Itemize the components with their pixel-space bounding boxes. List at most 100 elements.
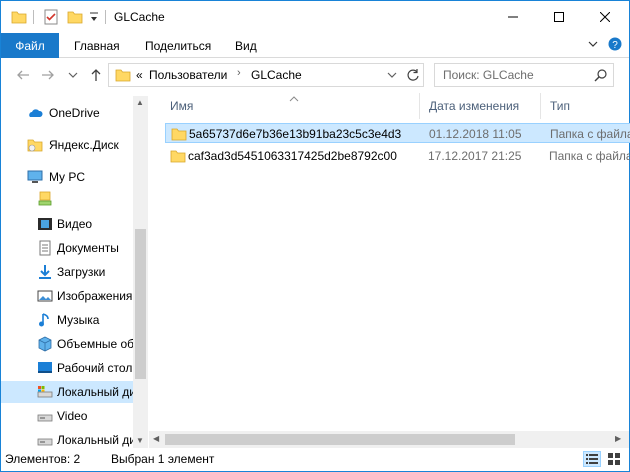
file-name: 5a65737d6e7b36e13b91ba23c5c3e4d3 (189, 127, 402, 141)
folder-icon (170, 149, 186, 166)
pictures-folder-icon (37, 288, 53, 304)
svg-text:?: ? (612, 40, 618, 51)
pc-icon (27, 169, 43, 185)
maximize-icon (554, 12, 564, 22)
expand-ribbon-icon[interactable] (587, 38, 599, 53)
nav-item-local-disk-c[interactable]: Локальный диск (1, 381, 133, 403)
customize-quick-access-icon[interactable] (89, 11, 99, 26)
column-header-type[interactable]: Тип (541, 91, 630, 119)
address-dropdown-icon[interactable] (387, 69, 397, 83)
scrollbar-thumb[interactable] (135, 229, 146, 379)
breadcrumb-separator-icon[interactable]: › (237, 67, 241, 79)
maximize-button[interactable] (536, 1, 582, 33)
column-header-date[interactable]: Дата изменения (420, 91, 540, 119)
file-type: Папка с файлами (550, 127, 630, 141)
tab-view[interactable]: Вид (235, 39, 257, 53)
up-arrow-icon (91, 69, 101, 81)
details-view-icon (586, 454, 598, 464)
local-disk-icon (37, 432, 53, 448)
column-header-name[interactable]: Имя (163, 91, 419, 119)
3d-objects-folder-icon (37, 336, 53, 352)
nav-pane-scrollbar[interactable]: ▲ ▼ (133, 96, 148, 448)
search-placeholder: Поиск: GLCache (443, 68, 534, 82)
nav-item-yandex-disk[interactable]: Яндекс.Диск (1, 134, 133, 156)
chevron-down-icon (68, 72, 78, 78)
details-view-button[interactable] (583, 451, 601, 467)
desktop-folder-icon (37, 360, 53, 376)
scroll-right-icon[interactable]: ▶ (615, 434, 621, 443)
title-bar: GLCache (1, 1, 629, 33)
music-folder-icon (37, 312, 53, 328)
properties-icon[interactable] (43, 9, 59, 28)
recent-locations-button[interactable] (64, 66, 82, 84)
item-count: Элементов: 2 (5, 452, 81, 466)
tab-file[interactable]: Файл (1, 33, 59, 58)
new-folder-icon[interactable] (67, 9, 83, 28)
nav-item-network-drive[interactable] (1, 188, 133, 210)
nav-item-desktop[interactable]: Рабочий стол (1, 357, 133, 379)
file-type: Папка с файлами (549, 149, 630, 163)
nav-item-video-drive[interactable]: Video (1, 405, 133, 427)
minimize-icon (508, 16, 518, 18)
help-icon[interactable]: ? (608, 37, 622, 54)
nav-item-music[interactable]: Музыка (1, 309, 133, 331)
drive-icon (37, 408, 53, 424)
toolbar-separator (33, 10, 34, 24)
onedrive-icon (27, 105, 43, 121)
folder-icon (171, 127, 187, 144)
back-button[interactable] (14, 66, 32, 84)
downloads-folder-icon (37, 264, 53, 280)
scroll-up-icon[interactable]: ▲ (136, 98, 144, 107)
minimize-button[interactable] (490, 1, 536, 33)
toolbar-separator (105, 10, 106, 24)
file-list: Имя Дата изменения Тип 5a65737d6e7b36e13… (149, 91, 630, 448)
forward-button[interactable] (39, 66, 57, 84)
file-name: caf3ad3d5451063317425d2be8792c00 (188, 149, 397, 163)
close-button[interactable] (582, 1, 628, 33)
back-arrow-icon (17, 70, 29, 80)
up-button[interactable] (87, 66, 105, 84)
nav-item-3d-objects[interactable]: Объемные объекты (1, 333, 133, 355)
forward-arrow-icon (42, 70, 54, 80)
folder-icon (115, 67, 131, 86)
breadcrumb-glcache[interactable]: GLCache (251, 68, 302, 82)
nav-item-video[interactable]: Видео (1, 213, 133, 235)
address-bar[interactable]: « Пользователи › GLCache (108, 63, 424, 87)
nav-item-local-disk[interactable]: Локальный диск (1, 429, 133, 448)
window-title: GLCache (114, 10, 165, 24)
status-bar: Элементов: 2 Выбран 1 элемент (1, 448, 629, 471)
scroll-left-icon[interactable]: ◀ (153, 434, 159, 443)
scroll-down-icon[interactable]: ▼ (136, 436, 144, 445)
scrollbar-thumb[interactable] (165, 434, 515, 445)
navigation-pane: OneDrive Яндекс.Диск My PC Видео Докумен… (1, 96, 148, 448)
explorer-window: GLCache Файл Главная Поделиться Вид ? « … (0, 0, 630, 472)
breadcrumb-overflow[interactable]: « (136, 68, 143, 82)
search-input[interactable]: Поиск: GLCache (434, 63, 614, 87)
yandex-disk-icon (27, 137, 43, 153)
large-icons-view-icon (608, 453, 620, 465)
tab-home[interactable]: Главная (74, 39, 120, 53)
nav-item-downloads[interactable]: Загрузки (1, 261, 133, 283)
refresh-icon[interactable] (406, 68, 420, 85)
close-icon (600, 12, 610, 22)
file-row[interactable]: 5a65737d6e7b36e13b91ba23c5c3e4d3 01.12.2… (165, 123, 630, 143)
large-icons-view-button[interactable] (605, 451, 623, 467)
folder-icon[interactable] (11, 9, 27, 28)
tab-share[interactable]: Поделиться (145, 39, 211, 53)
selection-count: Выбран 1 элемент (111, 452, 215, 466)
file-list-horizontal-scrollbar[interactable]: ◀ ▶ (149, 431, 629, 448)
breadcrumb-users[interactable]: Пользователи (149, 68, 227, 82)
nav-item-pictures[interactable]: Изображения (1, 285, 133, 307)
network-drive-icon (37, 191, 53, 207)
ribbon-tabs: Файл Главная Поделиться Вид ? (1, 33, 629, 58)
documents-folder-icon (37, 240, 53, 256)
file-row[interactable]: caf3ad3d5451063317425d2be8792c00 17.12.2… (165, 146, 630, 166)
video-folder-icon (37, 216, 53, 232)
local-disk-icon (37, 384, 53, 400)
nav-item-onedrive[interactable]: OneDrive (1, 102, 133, 124)
nav-item-my-pc[interactable]: My PC (1, 166, 133, 188)
search-icon[interactable] (594, 68, 608, 85)
nav-item-documents[interactable]: Документы (1, 237, 133, 259)
file-date: 01.12.2018 11:05 (429, 127, 522, 141)
file-date: 17.12.2017 21:25 (428, 149, 522, 163)
